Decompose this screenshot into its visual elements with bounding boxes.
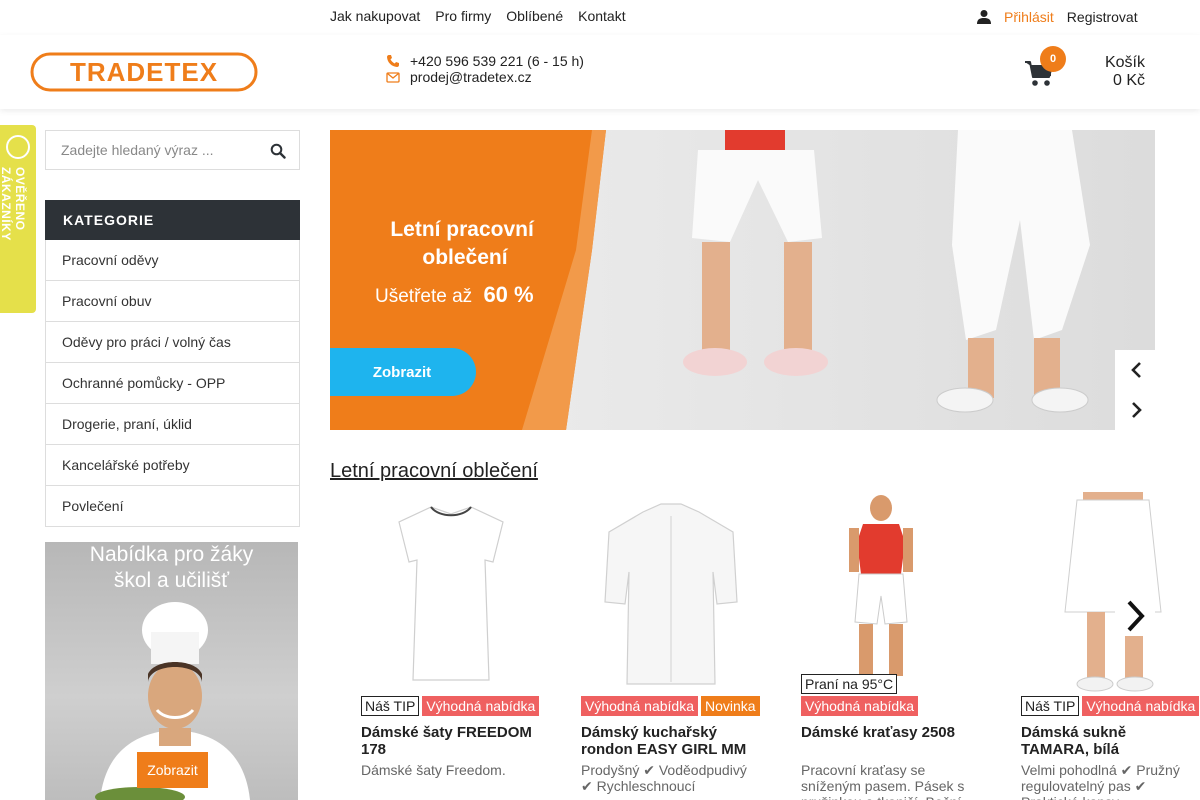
cart-count-badge: 0 <box>1040 46 1066 72</box>
hero-banner[interactable]: Letní pracovní oblečení Ušetřete až 60 %… <box>330 130 1155 430</box>
product-card[interactable]: Náš TIP Výhodná nabídka Dámské šaty FREE… <box>361 492 541 800</box>
register-link[interactable]: Registrovat <box>1067 9 1138 25</box>
product-name[interactable]: Dámské šaty FREEDOM 178 <box>361 724 537 758</box>
banner-artwork: Letní pracovní oblečení Ušetřete až 60 %… <box>330 130 1155 430</box>
product-image <box>849 495 913 676</box>
tag-new: Novinka <box>700 696 760 716</box>
product-name[interactable]: Dámský kuchařský rondon EASY GIRL MM <box>581 724 757 758</box>
contact-info: +420 596 539 221 (6 - 15 h) prodej@trade… <box>386 53 584 85</box>
product-image <box>604 503 738 685</box>
products-next-button[interactable] <box>1115 596 1155 636</box>
product-tags: Výhodná nabídka Novinka <box>581 696 760 716</box>
product-card[interactable]: Praní na 95°C Výhodná nabídka Dámské kra… <box>801 492 981 800</box>
tag-our-tip: Náš TIP <box>361 696 420 716</box>
cart-summary[interactable]: Košík 0 Kč <box>1085 54 1145 90</box>
phone-icon <box>387 55 399 67</box>
nav-link-contact[interactable]: Kontakt <box>578 8 625 24</box>
user-area: Přihlásit Registrovat <box>976 9 1138 25</box>
category-work-leisure-clothes[interactable]: Oděvy pro práci / volný čas <box>45 322 300 363</box>
top-navigation: Jak nakupovat Pro firmy Oblíbené Kontakt <box>330 8 626 24</box>
cart-label: Košík <box>1104 54 1145 71</box>
categories-list: Pracovní oděvy Pracovní obuv Oděvy pro p… <box>45 240 300 527</box>
product-description: Dámské šaty Freedom. <box>361 762 506 778</box>
top-bar: Jak nakupovat Pro firmy Oblíbené Kontakt… <box>0 0 1200 35</box>
chevron-left-icon <box>1131 362 1141 378</box>
product-image <box>1064 492 1162 692</box>
banner-next-button[interactable] <box>1115 390 1155 430</box>
banner-prev-button[interactable] <box>1115 350 1155 390</box>
header: TRADETEX +420 596 539 221 (6 - 15 h) pro… <box>0 35 1200 109</box>
category-office-supplies[interactable]: Kancelářské potřeby <box>45 445 300 486</box>
product-card[interactable]: Náš TIP Výhodná nabídka Dámská sukně TAM… <box>1021 492 1200 800</box>
chevron-right-icon <box>1127 600 1145 632</box>
category-bedding[interactable]: Povlečení <box>45 486 300 527</box>
product-description: Velmi pohodlná ✔ Pružný regulovatelný pa… <box>1021 762 1180 800</box>
verified-badge-text: OVĚŘENO ZÁKAZNÍKY <box>0 167 27 241</box>
category-work-clothes[interactable]: Pracovní oděvy <box>45 240 300 281</box>
search-icon[interactable] <box>270 143 286 159</box>
search-box <box>45 130 300 170</box>
section-title[interactable]: Letní pracovní oblečení <box>330 460 538 483</box>
nav-link-how-to-shop[interactable]: Jak nakupovat <box>330 8 420 24</box>
banner-subline: Ušetřete až 60 % <box>375 282 534 307</box>
product-name[interactable]: Dámské kraťasy 2508 <box>801 724 977 741</box>
tag-good-offer: Výhodná nabídka <box>581 696 698 716</box>
banner-discount: 60 % <box>483 282 533 307</box>
product-tags: Výhodná nabídka <box>801 696 918 716</box>
nav-link-for-companies[interactable]: Pro firmy <box>435 8 491 24</box>
promo-show-button[interactable]: Zobrazit <box>137 752 208 788</box>
login-link[interactable]: Přihlásit <box>1004 9 1054 25</box>
tag-good-offer: Výhodná nabídka <box>1082 696 1200 716</box>
phone-row: +420 596 539 221 (6 - 15 h) <box>386 53 584 69</box>
chevron-right-icon <box>1132 402 1142 418</box>
tag-our-tip: Náš TIP <box>1021 696 1080 716</box>
search-input[interactable] <box>46 131 256 169</box>
product-image <box>398 506 504 681</box>
categories-heading: KATEGORIE <box>45 200 300 240</box>
envelope-icon <box>386 72 400 83</box>
product-carousel: Náš TIP Výhodná nabídka Dámské šaty FREE… <box>330 492 1200 800</box>
tag-good-offer: Výhodná nabídka <box>801 696 918 716</box>
cart-total: 0 Kč <box>1112 72 1145 89</box>
banner-cta-button: Zobrazit <box>373 364 431 381</box>
category-protective-equipment[interactable]: Ochranné pomůcky - OPP <box>45 363 300 404</box>
tradetex-logo[interactable]: TRADETEX <box>30 52 258 92</box>
email-row: prodej@tradetex.cz <box>386 69 584 85</box>
category-work-shoes[interactable]: Pracovní obuv <box>45 281 300 322</box>
product-description: Pracovní kraťasy se sníženým pasem. Páse… <box>801 762 965 800</box>
product-tags: Náš TIP Výhodná nabídka <box>1021 696 1200 716</box>
category-drugstore-cleaning[interactable]: Drogerie, praní, úklid <box>45 404 300 445</box>
phone-number[interactable]: +420 596 539 221 (6 - 15 h) <box>410 53 584 69</box>
nav-link-favourites[interactable]: Oblíbené <box>506 8 563 24</box>
product-card[interactable]: Výhodná nabídka Novinka Dámský kuchařský… <box>581 492 761 800</box>
student-offer-promo[interactable]: Nabídka pro žáky škol a učilišť Zobrazit <box>45 542 298 800</box>
product-name[interactable]: Dámská sukně TAMARA, bílá <box>1021 724 1197 758</box>
logo-text: TRADETEX <box>70 57 218 87</box>
email-address[interactable]: prodej@tradetex.cz <box>410 69 532 85</box>
banner-subline-prefix: Ušetřete až <box>375 286 472 307</box>
user-icon[interactable] <box>976 9 992 25</box>
tag-wash-95: Praní na 95°C <box>801 674 898 694</box>
promo-title: Nabídka pro žáky škol a učilišť <box>89 543 254 592</box>
tag-good-offer: Výhodná nabídka <box>422 696 540 716</box>
product-tags: Náš TIP Výhodná nabídka <box>361 696 540 716</box>
product-description: Prodyšný ✔ Voděodpudivý ✔ Rychleschnoucí <box>581 762 747 794</box>
verified-seal-icon <box>6 135 30 159</box>
verified-customers-badge[interactable]: OVĚŘENO ZÁKAZNÍKY <box>0 125 36 313</box>
